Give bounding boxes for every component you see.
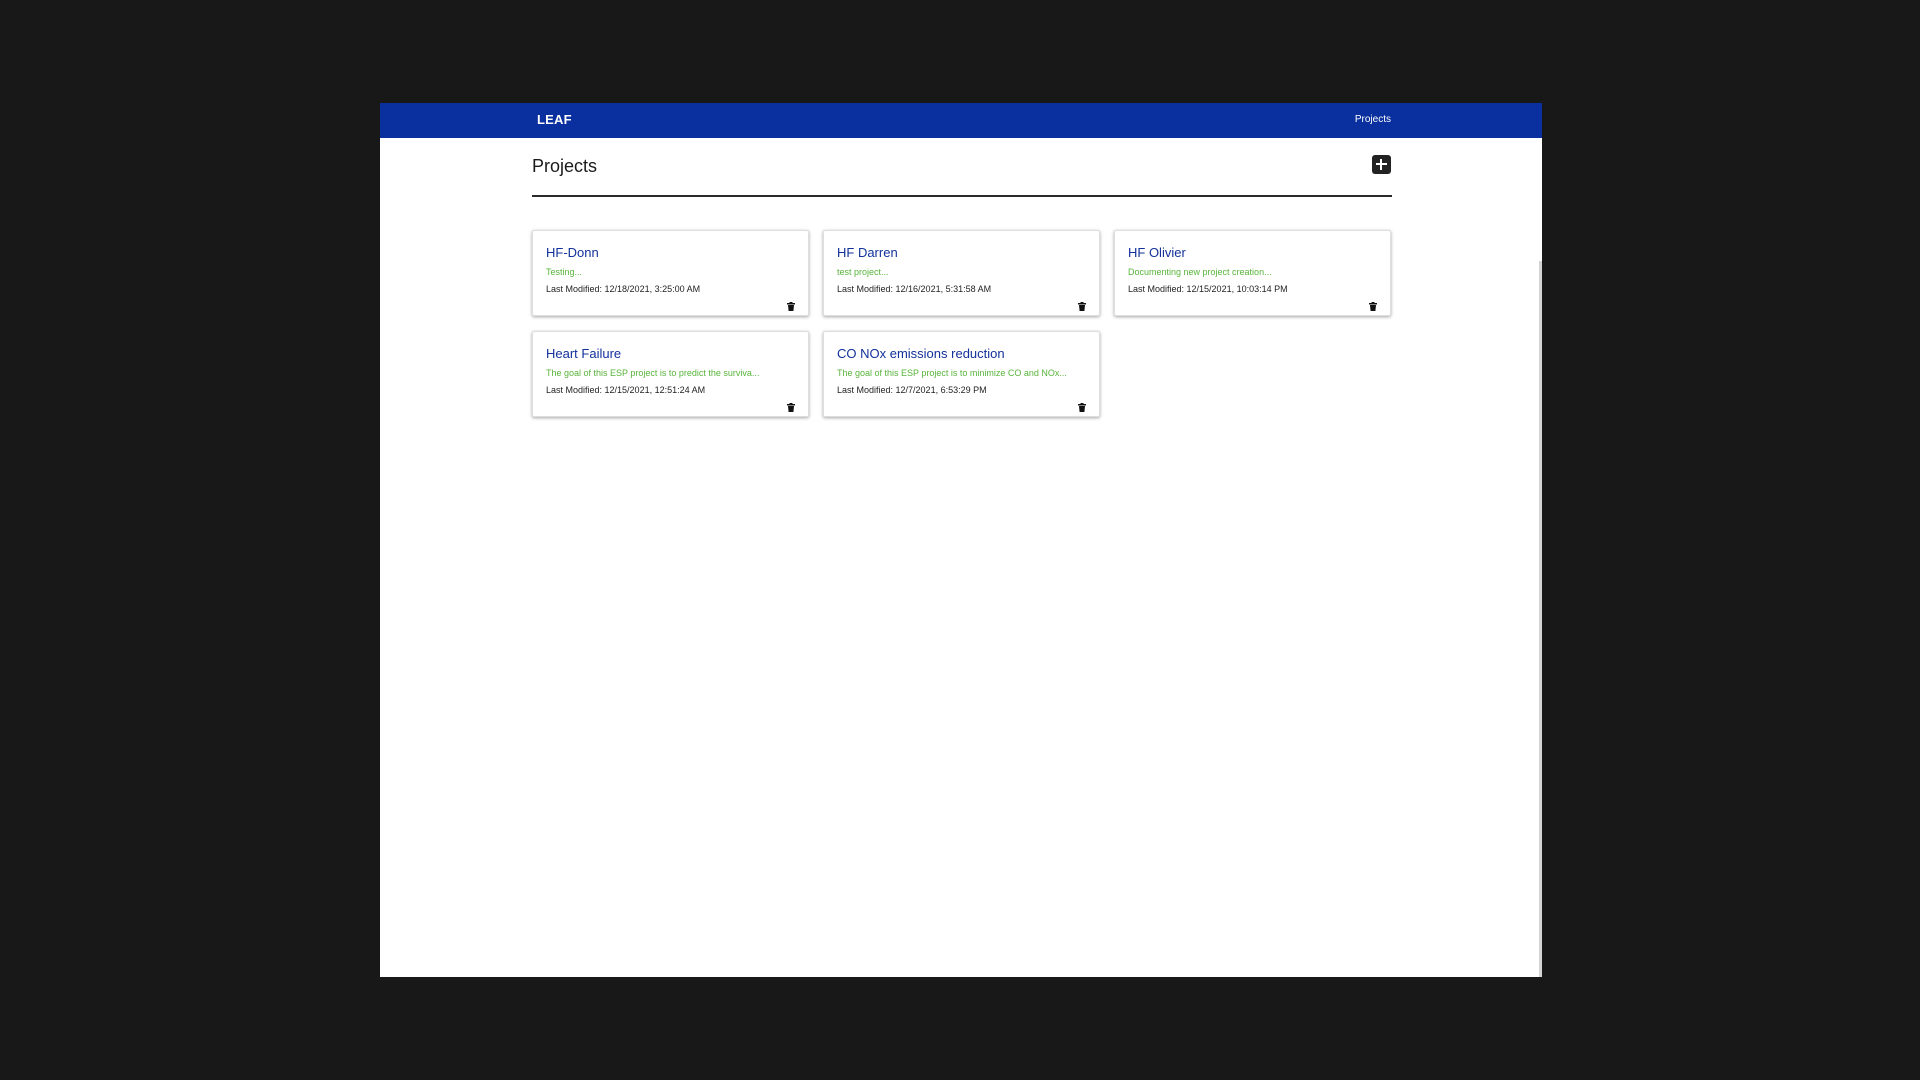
trash-icon[interactable] <box>1078 302 1086 311</box>
project-card[interactable]: Heart Failure The goal of this ESP proje… <box>532 331 809 417</box>
nav-link-projects[interactable]: Projects <box>1355 114 1391 125</box>
trash-icon[interactable] <box>787 403 795 412</box>
vertical-scrollbar[interactable] <box>1539 261 1542 977</box>
project-title[interactable]: HF-Donn <box>546 245 795 261</box>
project-title[interactable]: HF Olivier <box>1128 245 1377 261</box>
project-description: The goal of this ESP project is to minim… <box>837 368 1067 378</box>
project-title[interactable]: CO NOx emissions reduction <box>837 346 1086 362</box>
project-card-grid: HF-Donn Testing... Last Modified: 12/18/… <box>532 230 1392 417</box>
project-description: Testing... <box>546 267 583 277</box>
project-title[interactable]: HF Darren <box>837 245 1086 261</box>
title-divider <box>532 195 1392 197</box>
browser-viewport: LEAF Projects Projects HF-Donn Testing..… <box>380 103 1542 977</box>
project-description: test project... <box>837 267 889 277</box>
trash-icon[interactable] <box>787 302 795 311</box>
project-card[interactable]: HF Darren test project... Last Modified:… <box>823 230 1100 316</box>
top-navbar: LEAF Projects <box>380 103 1542 138</box>
add-project-button[interactable] <box>1372 155 1391 174</box>
project-description: The goal of this ESP project is to predi… <box>546 368 760 378</box>
brand-logo[interactable]: LEAF <box>537 112 572 127</box>
last-modified-text: Last Modified: 12/7/2021, 6:53:29 PM <box>837 385 987 395</box>
project-description: Documenting new project creation... <box>1128 267 1272 277</box>
plus-icon-stroke <box>1380 159 1382 170</box>
project-title[interactable]: Heart Failure <box>546 346 795 362</box>
trash-icon[interactable] <box>1369 302 1377 311</box>
trash-icon[interactable] <box>1078 403 1086 412</box>
project-card[interactable]: HF Olivier Documenting new project creat… <box>1114 230 1391 316</box>
last-modified-text: Last Modified: 12/15/2021, 10:03:14 PM <box>1128 284 1288 294</box>
last-modified-text: Last Modified: 12/16/2021, 5:31:58 AM <box>837 284 992 294</box>
last-modified-text: Last Modified: 12/15/2021, 12:51:24 AM <box>546 385 706 395</box>
last-modified-text: Last Modified: 12/18/2021, 3:25:00 AM <box>546 284 701 294</box>
project-card[interactable]: HF-Donn Testing... Last Modified: 12/18/… <box>532 230 809 316</box>
project-card[interactable]: CO NOx emissions reduction The goal of t… <box>823 331 1100 417</box>
page-title: Projects <box>532 156 598 176</box>
